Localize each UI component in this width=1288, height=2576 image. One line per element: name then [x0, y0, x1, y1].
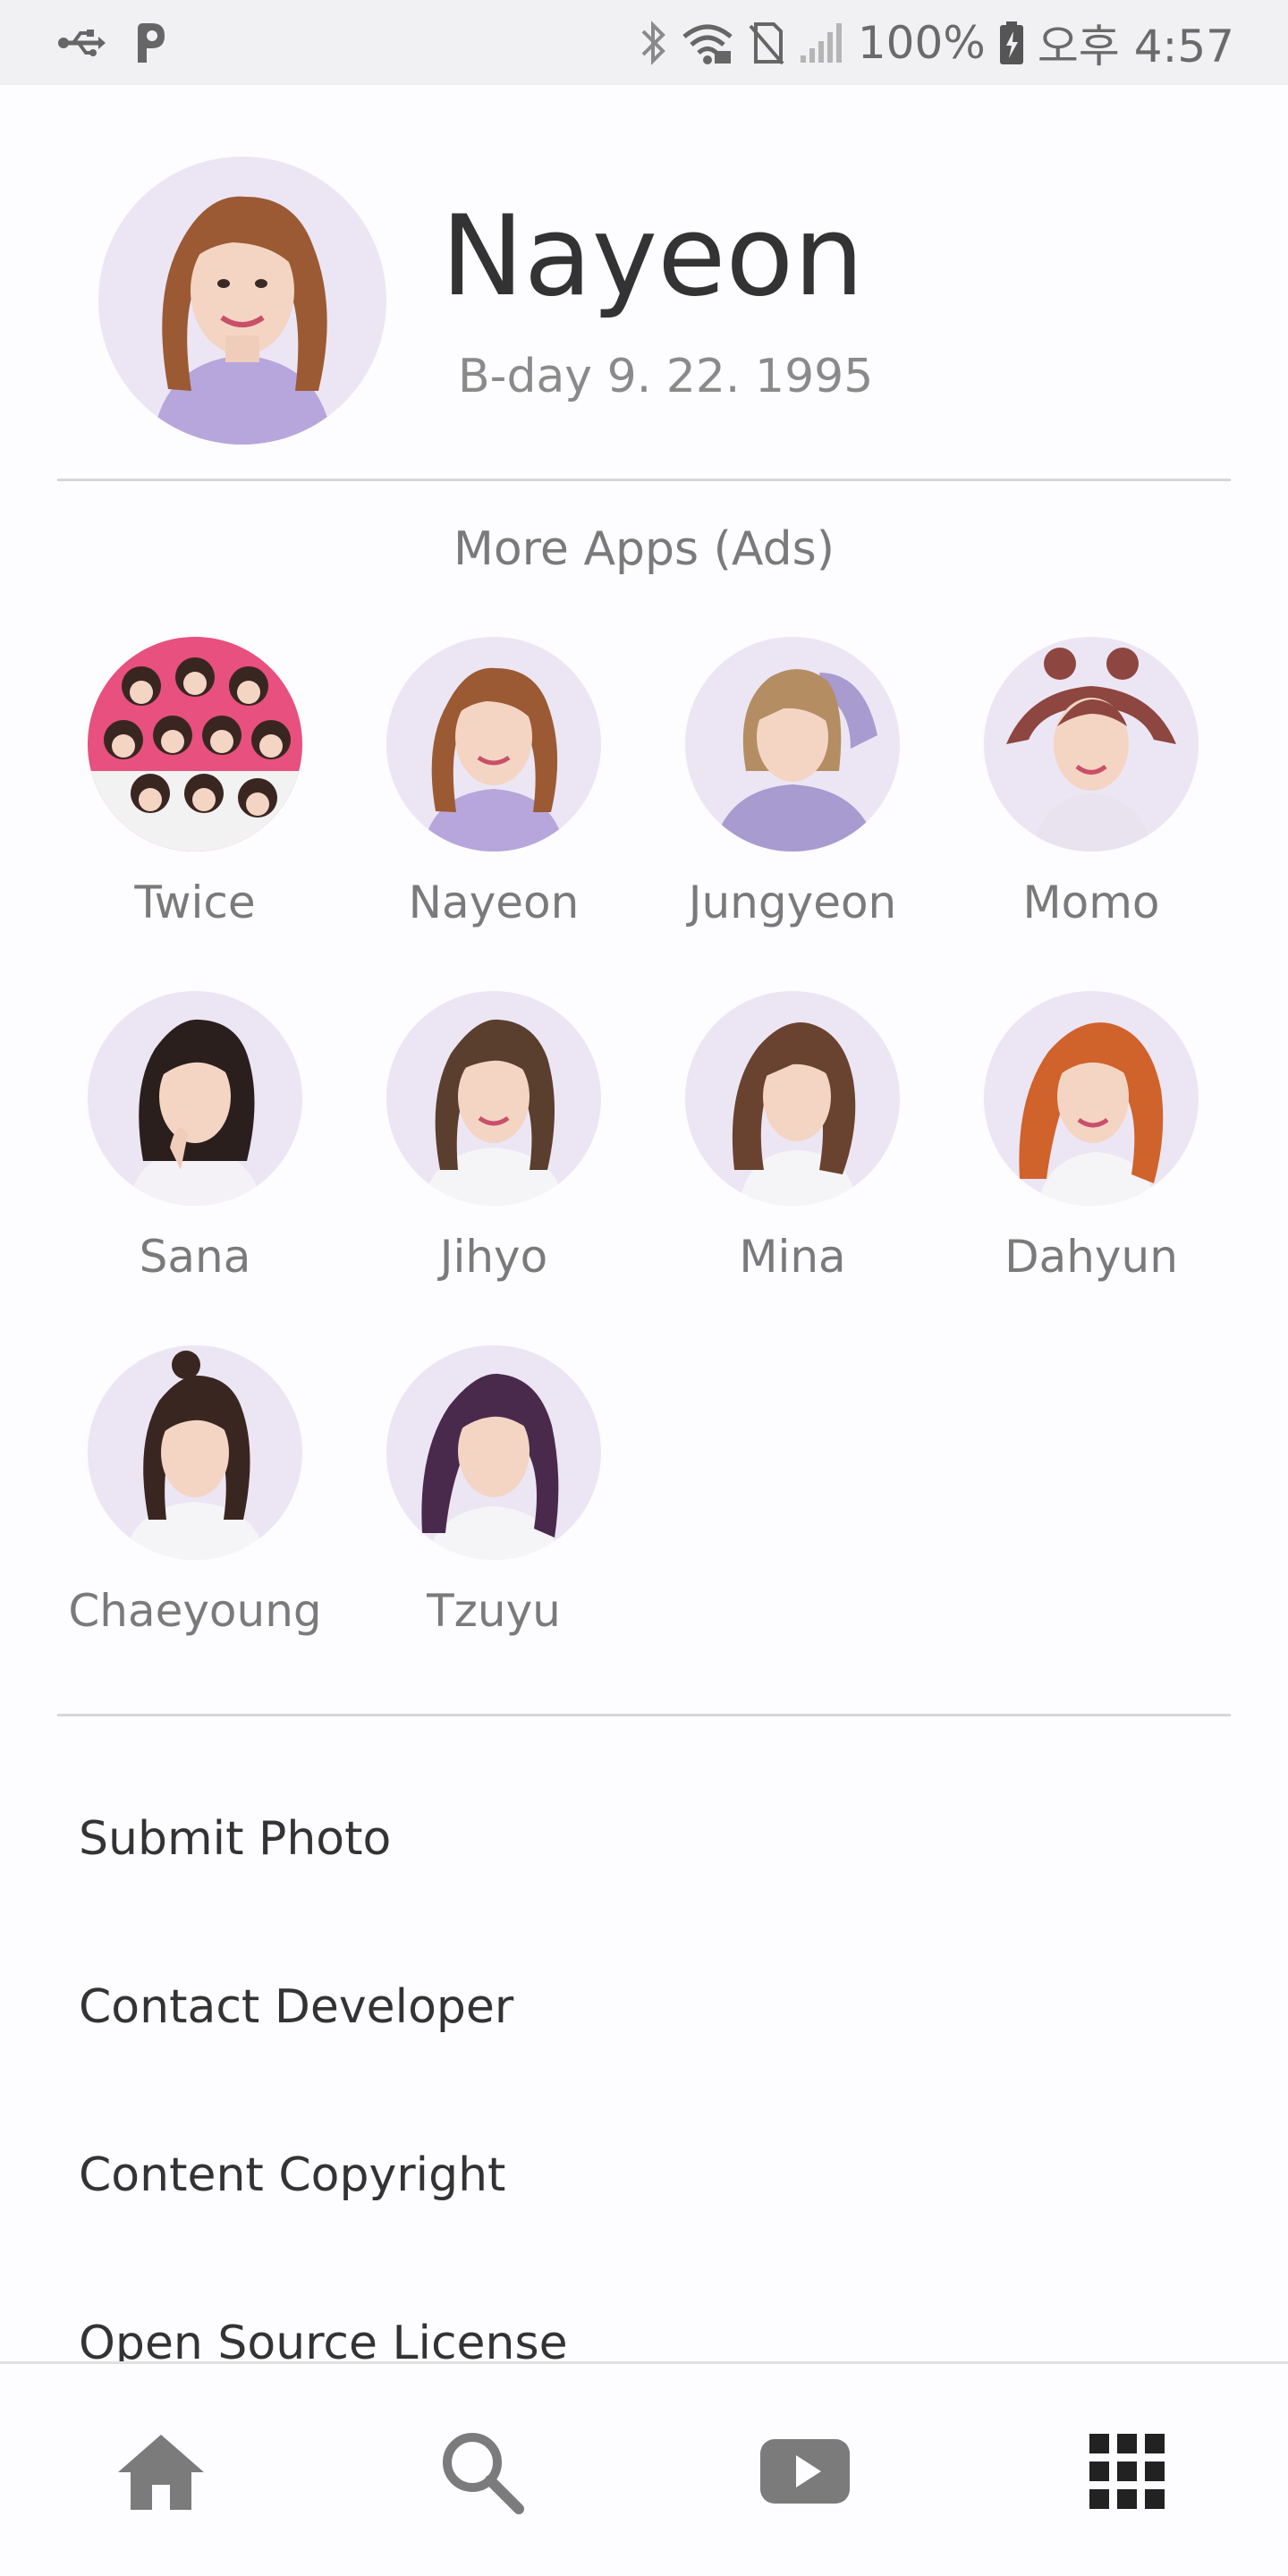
contact-developer-item[interactable]: Contact Developer [79, 1984, 513, 2030]
p-app-icon [132, 21, 168, 64]
app-item-sana[interactable]: Sana [46, 991, 344, 1313]
app-avatar [88, 1345, 302, 1560]
no-sim-icon [747, 21, 786, 65]
content-copyright-item[interactable]: Content Copyright [79, 2152, 505, 2199]
battery-charging-icon [998, 21, 1025, 65]
app-avatar [88, 991, 302, 1206]
profile-photo [98, 157, 386, 445]
app-label: Momo [1022, 877, 1160, 928]
app-item-jungyeon[interactable]: Jungyeon [643, 637, 942, 959]
app-label: Mina [739, 1231, 846, 1283]
app-item-jihyo[interactable]: Jihyo [344, 991, 643, 1313]
app-label: Sana [139, 1231, 251, 1283]
grid-menu-icon[interactable] [1073, 2418, 1181, 2525]
app-item-mina[interactable]: Mina [643, 991, 942, 1313]
youtube-icon[interactable] [751, 2418, 859, 2525]
status-left [57, 0, 168, 85]
divider [57, 479, 1231, 481]
search-icon[interactable] [428, 2418, 535, 2525]
more-apps-title: More Apps (Ads) [453, 522, 835, 576]
app-label: Jungyeon [688, 877, 897, 928]
usb-icon [57, 28, 107, 58]
divider [57, 1714, 1231, 1716]
signal-icon [799, 21, 845, 64]
app-item-momo[interactable]: Momo [942, 637, 1241, 959]
app-avatar [984, 991, 1199, 1206]
status-right: 100% 오후 4:57 [640, 0, 1234, 85]
wifi-icon [681, 21, 734, 65]
app-avatar [984, 637, 1199, 852]
app-item-nayeon[interactable]: Nayeon [344, 637, 643, 959]
home-icon[interactable] [107, 2418, 215, 2525]
app-screen: 100% 오후 4:57 Nayeon B-day 9. 22. 1995 Mo… [0, 0, 1288, 2576]
app-label: Chaeyoung [68, 1585, 322, 1637]
app-label: Nayeon [408, 877, 580, 928]
profile-name: Nayeon [441, 192, 864, 321]
battery-percent: 100% [857, 16, 986, 69]
app-label: Dahyun [1004, 1231, 1178, 1283]
profile-birthday: B-day 9. 22. 1995 [458, 350, 874, 403]
app-label: Twice [134, 877, 256, 928]
submit-photo-item[interactable]: Submit Photo [79, 1816, 391, 1862]
app-avatar [685, 637, 900, 852]
status-bar: 100% 오후 4:57 [0, 0, 1288, 85]
app-label: Jihyo [439, 1231, 548, 1283]
app-item-dahyun[interactable]: Dahyun [942, 991, 1241, 1313]
app-item-tzuyu[interactable]: Tzuyu [344, 1345, 643, 1667]
bluetooth-icon [640, 19, 668, 67]
app-avatar [386, 637, 601, 852]
open-source-license-item[interactable]: Open Source License [79, 2320, 568, 2367]
app-avatar [386, 1345, 601, 1560]
app-avatar [386, 991, 601, 1206]
bottom-nav [0, 2361, 1288, 2576]
app-item-twice[interactable]: Twice [46, 637, 344, 959]
app-item-chaeyoung[interactable]: Chaeyoung [46, 1345, 344, 1667]
app-label: Tzuyu [427, 1585, 561, 1637]
app-avatar [88, 637, 302, 852]
app-avatar [685, 991, 900, 1206]
clock: 오후 4:57 [1037, 20, 1234, 72]
